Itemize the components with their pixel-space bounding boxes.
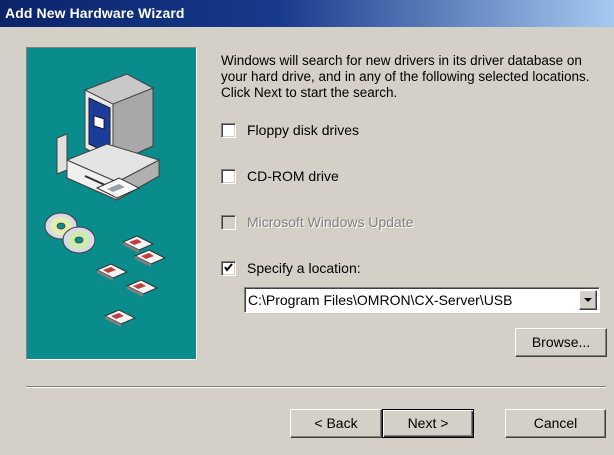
back-label: < Back	[314, 415, 358, 431]
wizard-illustration	[26, 47, 197, 360]
location-combobox[interactable]: C:\Program Files\OMRON\CX-Server\USB	[244, 287, 600, 313]
browse-button[interactable]: Browse...	[515, 328, 607, 357]
checkbox-label: Specify a location:	[247, 260, 361, 276]
instructions-text: Windows will search for new drivers in i…	[221, 53, 590, 100]
location-value[interactable]: C:\Program Files\OMRON\CX-Server\USB	[248, 292, 512, 308]
checkbox-box[interactable]	[221, 261, 236, 276]
title-bar[interactable]: Add New Hardware Wizard	[0, 0, 614, 27]
dropdown-button[interactable]	[579, 290, 597, 310]
cancel-button[interactable]: Cancel	[505, 409, 606, 438]
checkbox-box[interactable]	[221, 123, 236, 138]
checkmark-icon	[224, 263, 233, 272]
checkbox-box[interactable]	[221, 169, 236, 184]
browse-label: Browse...	[531, 334, 591, 350]
computer-icon	[56, 73, 161, 201]
back-button[interactable]: < Back	[290, 409, 382, 438]
cd-disc-icon	[44, 212, 96, 254]
next-button[interactable]: Next >	[382, 409, 474, 438]
checkbox-label: CD-ROM drive	[247, 168, 339, 184]
checkbox-label: Floppy disk drives	[247, 122, 360, 138]
checkbox-box	[221, 215, 236, 230]
checkbox-label: Microsoft Windows Update	[247, 214, 414, 230]
window-title: Add New Hardware Wizard	[5, 5, 185, 21]
separator	[26, 386, 606, 388]
floppy-disk-icon	[95, 235, 167, 327]
wizard-window: Add New Hardware Wizard Windows will sea…	[0, 0, 614, 455]
chevron-down-icon	[584, 298, 592, 302]
cancel-label: Cancel	[533, 415, 578, 431]
next-label: Next >	[407, 415, 449, 431]
